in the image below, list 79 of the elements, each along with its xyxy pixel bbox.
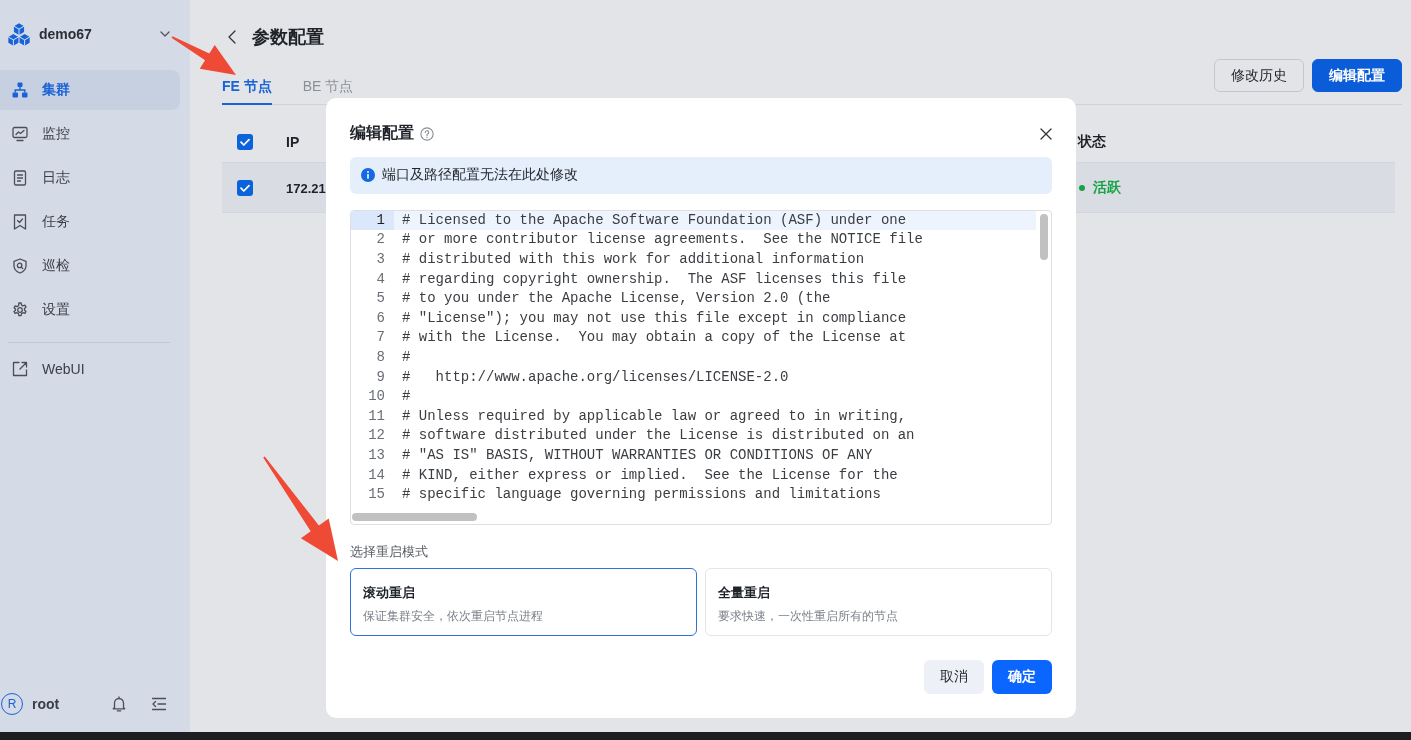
line-number: 12 (368, 426, 385, 446)
option-description: 要求快速，一次性重启所有的节点 (718, 608, 898, 625)
line-number: 15 (368, 485, 385, 505)
close-icon[interactable] (1040, 127, 1052, 140)
restart-option-card[interactable]: 滚动重启 保证集群安全，依次重启节点进程 (350, 568, 697, 636)
help-icon[interactable] (420, 126, 434, 141)
checkbox[interactable] (237, 133, 253, 150)
annotation-arrow (171, 36, 236, 75)
network-icon (12, 82, 28, 98)
code-line: # "License"); you may not use this file except in compliance (402, 308, 907, 328)
nav-item[interactable]: 设置 (0, 290, 180, 330)
external-link-icon (12, 361, 28, 377)
history-button[interactable]: 修改历史 (1214, 59, 1304, 92)
line-number: 5 (376, 289, 385, 309)
line-number: 10 (368, 387, 385, 407)
code-line: # to you under the Apache License, Version 2.0 (the (402, 289, 831, 309)
code-line: # Licensed to the Apache Software Foundation (ASF) under one (402, 210, 907, 230)
confirm-button[interactable]: 确定 (992, 660, 1052, 694)
monitor-chart-icon (12, 126, 28, 142)
nav-item[interactable]: 集群 (0, 70, 180, 110)
code-editor[interactable] (350, 209, 1052, 525)
menu-fold-icon[interactable] (151, 696, 167, 712)
page-title: 参数配置 (252, 26, 324, 49)
edit-config-button[interactable]: 编辑配置 (1312, 59, 1402, 92)
user-name: root (32, 696, 60, 712)
cubes-logo-icon (8, 22, 30, 46)
dialog-title: 编辑配置 (350, 123, 414, 144)
section-label: 选择重启模式 (350, 544, 429, 560)
line-number: 3 (376, 250, 385, 270)
code-line: # (402, 387, 411, 407)
code-line: # http://www.apache.org/licenses/LICENSE-2.0 (402, 367, 789, 387)
code-line: # Unless required by applicable law or agreed to in writing, (402, 406, 907, 426)
line-number: 11 (368, 406, 385, 426)
bookmark-check-icon (12, 214, 28, 230)
code-line: # specific language governing permissions and limitations (402, 485, 881, 505)
code-line: # with the License. You may obtain a copy of the License at (402, 328, 907, 348)
nav-item[interactable]: 巡检 (0, 246, 180, 286)
checkbox[interactable] (237, 179, 253, 196)
cancel-button[interactable]: 取消 (924, 660, 984, 694)
horizontal-scrollbar[interactable] (352, 513, 477, 521)
nav-item[interactable]: 监控 (0, 114, 180, 154)
alert-text: 端口及路径配置无法在此处修改 (382, 166, 578, 185)
code-line: # "AS IS" BASIS, WITHOUT WARRANTIES OR CONDITIONS OF ANY (402, 445, 873, 465)
chevron-down-icon[interactable] (160, 31, 170, 37)
cluster-name[interactable]: demo67 (39, 26, 92, 42)
restart-option-card[interactable]: 全量重启 要求快速，一次性重启所有的节点 (705, 568, 1052, 636)
line-number: 1 (376, 210, 385, 230)
column-header: IP (286, 133, 300, 150)
bell-icon[interactable] (111, 696, 127, 712)
line-number: 6 (376, 308, 385, 328)
code-line: # KIND, either express or implied. See the License for the (402, 465, 898, 485)
vertical-scrollbar[interactable] (1039, 213, 1048, 260)
code-line: # software distributed under the License is distributed on an (402, 426, 915, 446)
settings-icon (12, 302, 28, 318)
line-number: 4 (376, 269, 385, 289)
line-number: 9 (376, 367, 385, 387)
nav-item[interactable]: 任务 (0, 202, 180, 242)
code-line: # (402, 348, 411, 367)
option-description: 保证集群安全，依次重启节点进程 (363, 608, 543, 625)
info-icon (361, 168, 375, 183)
code-line: # distributed with this work for additional information (402, 250, 865, 270)
shield-search-icon (12, 258, 28, 274)
document-icon (12, 170, 28, 186)
line-number: 2 (376, 230, 385, 250)
code-line: # regarding copyright ownership. The ASF licenses this file (402, 269, 907, 289)
column-header: 状态 (1078, 133, 1106, 149)
line-number: 13 (368, 445, 385, 465)
option-title: 滚动重启 (363, 584, 415, 602)
tab[interactable]: FE 节点 (222, 76, 272, 105)
nav-item[interactable]: 日志 (0, 158, 180, 198)
chevron-left-icon[interactable] (228, 30, 236, 44)
status-text: 活跃 (1093, 178, 1121, 197)
line-number: 14 (368, 465, 385, 485)
nav-link[interactable]: WebUI (0, 349, 180, 389)
table-cell: 172.21 (286, 180, 326, 196)
option-title: 全量重启 (718, 584, 770, 602)
line-number: 8 (376, 348, 385, 367)
code-line: # or more contributor license agreements. See the NOTICE file (402, 230, 923, 250)
line-number: 7 (376, 328, 385, 348)
